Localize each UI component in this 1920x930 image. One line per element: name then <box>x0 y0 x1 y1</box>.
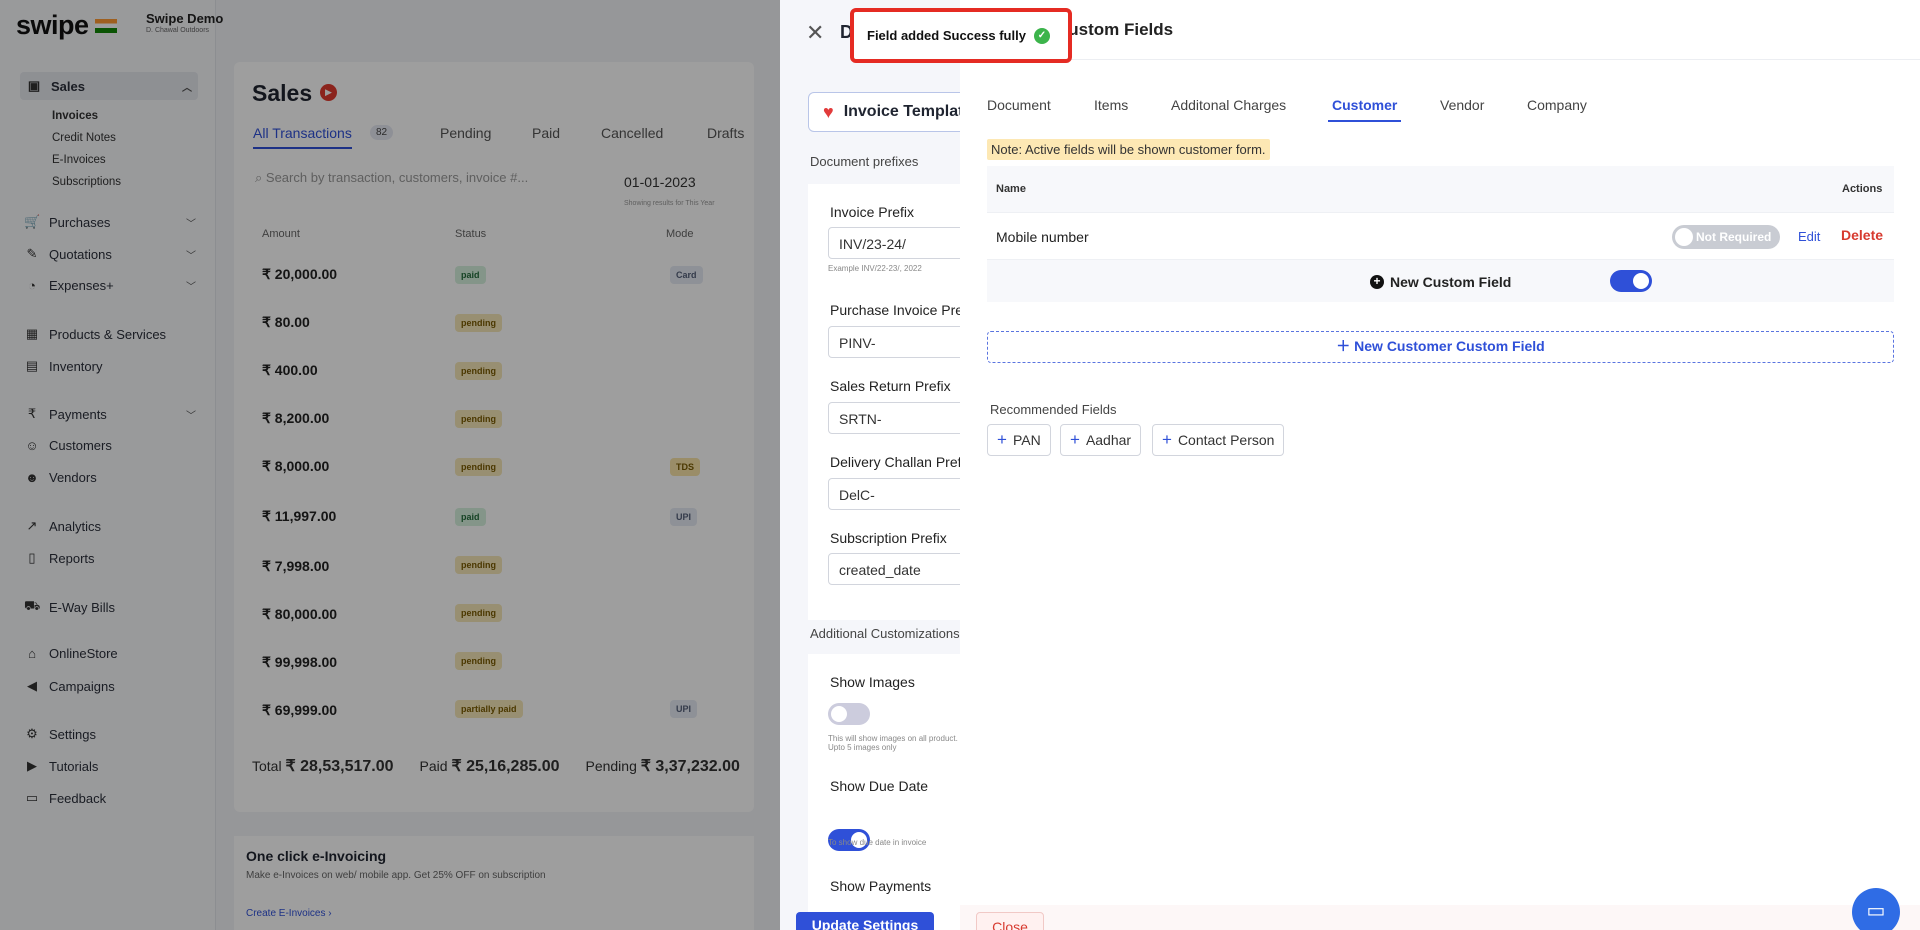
show-due-note: To show due date in invoice <box>828 838 927 847</box>
field-name: Mobile number <box>996 229 1089 245</box>
sales-return-prefix-label: Sales Return Prefix <box>830 378 951 394</box>
recommended-label: Recommended Fields <box>990 402 1117 417</box>
new-custom-field-button[interactable]: + New Custom Field <box>1370 274 1511 290</box>
delivery-challan-prefix-label: Delivery Challan Prefix <box>830 454 972 470</box>
tab-document[interactable]: Document <box>987 97 1051 113</box>
prefix-example: Example INV/22-23/, 2022 <box>828 264 922 273</box>
recommended-aadhar-button[interactable]: + Aadhar <box>1060 424 1142 456</box>
section-label: Additional Customizations <box>810 626 960 641</box>
panel-footer <box>960 905 1920 930</box>
recommended-pan-button[interactable]: + PAN <box>987 424 1051 456</box>
close-icon[interactable]: ✕ <box>806 20 824 46</box>
show-images-note: This will show images on all product. Up… <box>828 734 958 752</box>
delete-button[interactable]: Delete <box>1841 227 1883 243</box>
purchase-prefix-input[interactable]: PINV- <box>828 326 968 358</box>
tab-items[interactable]: Items <box>1094 97 1128 113</box>
plus-icon: + <box>997 430 1007 449</box>
sales-return-prefix-input[interactable]: SRTN- <box>828 402 968 434</box>
required-toggle[interactable]: Not Required <box>1672 225 1780 249</box>
plus-circle-icon: + <box>1370 275 1384 289</box>
tab-additional-charges[interactable]: Additonal Charges <box>1171 97 1286 113</box>
toast-message: Field added Success fully <box>867 28 1026 43</box>
tab-company[interactable]: Company <box>1527 97 1587 113</box>
button-label: Aadhar <box>1085 432 1132 448</box>
show-images-toggle[interactable] <box>828 703 870 725</box>
chat-icon[interactable]: ▭ <box>1852 888 1900 930</box>
invoice-prefix-input[interactable]: INV/23-24/ <box>828 227 968 259</box>
button-label: Invoice Templates <box>843 103 968 120</box>
show-due-date-label: Show Due Date <box>830 778 929 794</box>
tab-vendor[interactable]: Vendor <box>1440 97 1484 113</box>
plus-icon: + <box>1162 430 1172 449</box>
column-header-actions: Actions <box>1842 183 1883 195</box>
tab-customer[interactable]: Customer <box>1328 97 1402 122</box>
active-toggle[interactable] <box>1610 270 1652 292</box>
delivery-challan-prefix-input[interactable]: DelC- <box>828 478 968 510</box>
heart-icon: ♥ <box>823 101 834 122</box>
button-label: New Custom Field <box>1390 274 1512 290</box>
button-label: PAN <box>1012 432 1041 448</box>
new-customer-custom-field-button[interactable]: ＋ New Customer Custom Field <box>987 331 1894 363</box>
show-payments-label: Show Payments <box>830 878 932 894</box>
close-button[interactable]: Close <box>976 912 1044 930</box>
edit-button[interactable]: Edit <box>1798 229 1820 244</box>
section-label: Document prefixes <box>810 154 919 169</box>
update-settings-button[interactable]: Update Settings <box>796 912 934 930</box>
check-circle-icon: ✓ <box>1033 27 1050 44</box>
show-images-label: Show Images <box>830 674 915 690</box>
plus-icon: + <box>1070 430 1080 449</box>
button-label: New Customer Custom Field <box>1354 338 1545 354</box>
purchase-prefix-label: Purchase Invoice Prefix <box>830 302 978 318</box>
recommended-contact-person-button[interactable]: + Contact Person <box>1152 424 1285 456</box>
column-header-name: Name <box>996 183 1026 195</box>
success-toast: Field added Success fully ✓ <box>850 8 1072 63</box>
panel-title: Custom Fields <box>1056 20 1174 39</box>
subscription-prefix-label: Subscription Prefix <box>830 530 947 546</box>
plus-icon: ＋ <box>1336 338 1355 354</box>
invoice-templates-button[interactable]: ♥ Invoice Templates <box>808 92 968 132</box>
info-note: Note: Active fields will be shown custom… <box>987 139 1270 160</box>
invoice-prefix-label: Invoice Prefix <box>830 204 915 220</box>
subscription-prefix-input[interactable]: created_date <box>828 553 968 585</box>
button-label: Contact Person <box>1177 432 1275 448</box>
